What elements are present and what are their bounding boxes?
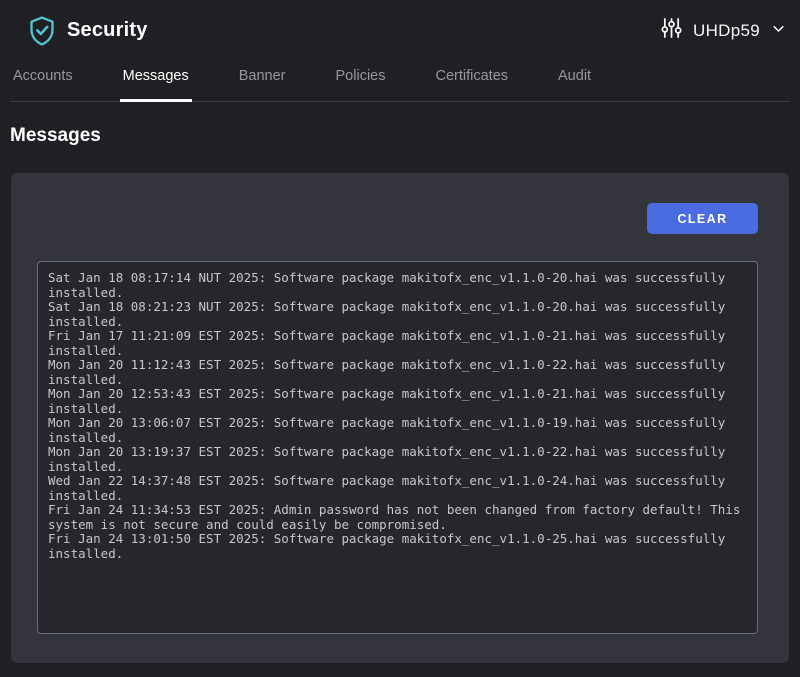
brand: Security	[28, 15, 148, 47]
tab-accounts[interactable]: Accounts	[10, 68, 76, 102]
tabbar: Accounts Messages Banner Policies Certif…	[10, 57, 790, 102]
shield-check-icon	[28, 15, 56, 47]
clear-button[interactable]: CLEAR	[647, 203, 758, 234]
device-selector-dropdown[interactable]: UHDp59	[661, 16, 786, 45]
messages-panel: CLEAR Sat Jan 18 08:17:14 NUT 2025: Soft…	[11, 173, 789, 663]
app-header: Security UHDp59	[0, 0, 800, 57]
messages-log-box[interactable]: Sat Jan 18 08:17:14 NUT 2025: Software p…	[37, 261, 758, 634]
panel-toolbar: CLEAR	[37, 203, 758, 234]
tab-messages[interactable]: Messages	[120, 68, 192, 102]
tab-certificates[interactable]: Certificates	[432, 68, 511, 102]
sliders-icon	[661, 16, 682, 45]
messages-log-text: Sat Jan 18 08:17:14 NUT 2025: Software p…	[48, 271, 748, 561]
tab-policies[interactable]: Policies	[333, 68, 389, 102]
device-name: UHDp59	[693, 21, 760, 41]
chevron-down-icon	[771, 21, 786, 41]
app-title: Security	[67, 19, 148, 42]
tab-banner[interactable]: Banner	[236, 68, 289, 102]
page-title: Messages	[10, 125, 790, 147]
tab-audit[interactable]: Audit	[555, 68, 594, 102]
